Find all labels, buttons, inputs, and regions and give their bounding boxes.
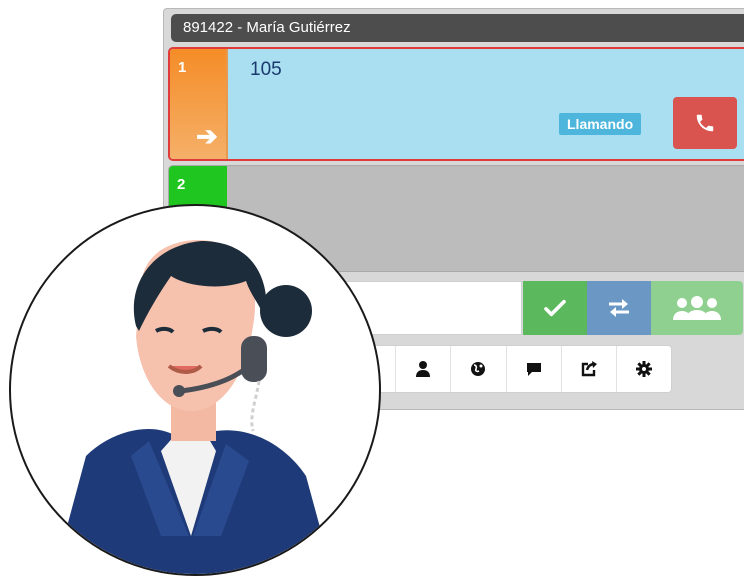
line-1[interactable]: 1 ➔ 105 Llamando xyxy=(168,47,744,161)
check-icon xyxy=(544,299,566,317)
transfer-icon xyxy=(609,299,629,317)
dialed-number: 105 xyxy=(250,59,282,80)
web-button[interactable] xyxy=(451,346,507,392)
phone-icon xyxy=(696,114,714,132)
globe-icon xyxy=(471,362,486,376)
contacts-button[interactable] xyxy=(396,346,452,392)
share-button[interactable] xyxy=(562,346,617,392)
arrow-right-icon: ➔ xyxy=(196,121,218,151)
chat-icon xyxy=(526,363,541,376)
agent-illustration xyxy=(54,240,333,574)
contact-icon xyxy=(416,361,431,377)
conference-button[interactable] xyxy=(651,281,743,335)
transfer-button[interactable] xyxy=(587,281,651,335)
window-title: 891422 - María Gutiérrez xyxy=(171,14,744,42)
gear-icon xyxy=(635,361,652,377)
agent-avatar xyxy=(9,204,381,576)
status-badge: Llamando xyxy=(559,113,642,135)
accept-button[interactable] xyxy=(523,281,587,335)
action-toolbar xyxy=(340,345,672,393)
line-2-number: 2 xyxy=(177,176,186,193)
settings-button[interactable] xyxy=(617,346,671,392)
hangup-button[interactable] xyxy=(673,97,737,149)
line-1-number: 1 xyxy=(178,59,187,76)
share-icon xyxy=(581,361,597,377)
users-icon xyxy=(673,296,721,320)
chat-button[interactable] xyxy=(507,346,562,392)
line-1-tab[interactable]: 1 ➔ xyxy=(170,49,228,159)
